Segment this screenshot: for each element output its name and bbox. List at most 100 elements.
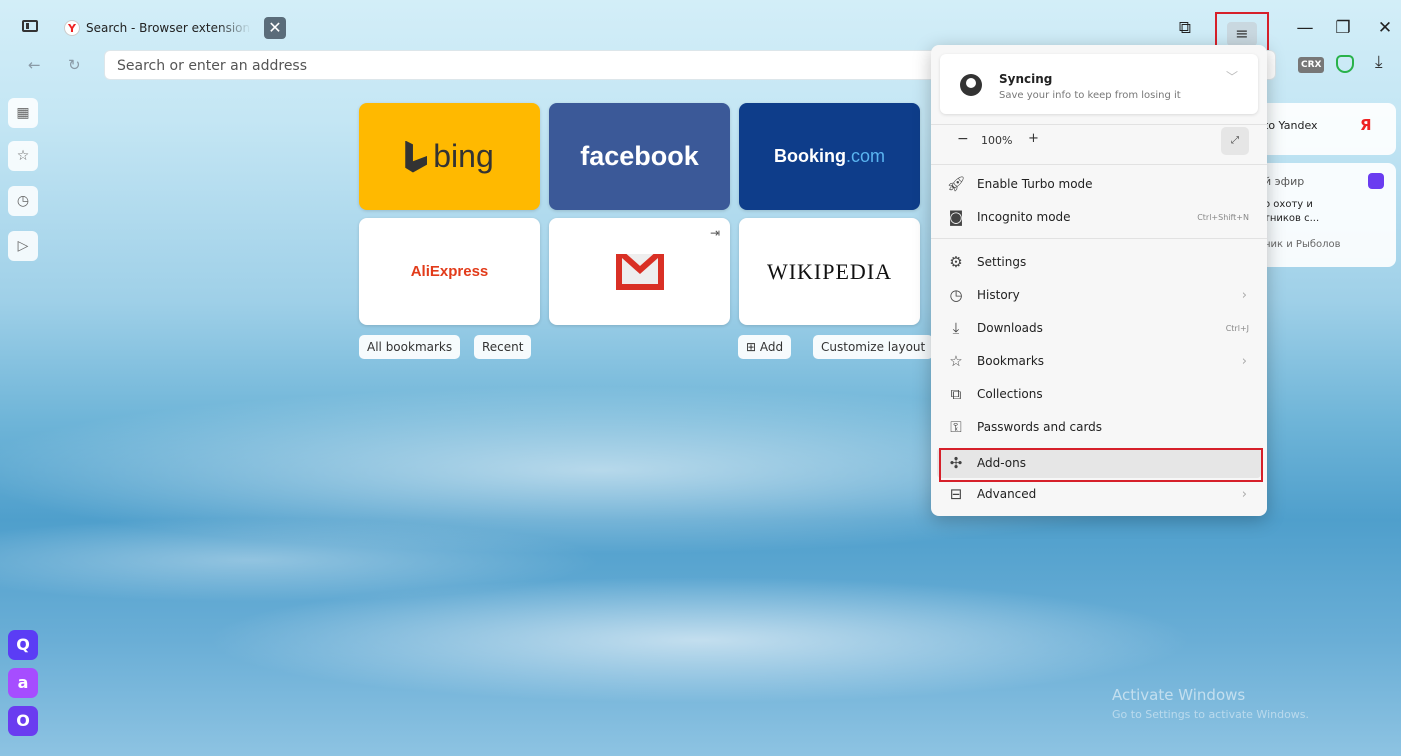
tab-title: Search - Browser extensions (86, 21, 251, 35)
menu-item-label: Advanced (977, 487, 1037, 501)
widget-text: ник и Рыболов (1264, 239, 1341, 250)
sync-card[interactable]: Syncing Save your info to keep from losi… (940, 54, 1258, 114)
tile-gmail[interactable]: ⇥ (549, 218, 730, 325)
yandex-logo-icon: Я (1360, 116, 1372, 134)
menu-item-label: Collections (977, 387, 1043, 401)
activation-watermark: Activate Windows (1112, 686, 1246, 704)
sync-subtitle: Save your info to keep from losing it (999, 90, 1181, 101)
minimize-button[interactable]: — (1292, 16, 1318, 40)
incognito-icon: ◙ (948, 208, 964, 226)
gear-icon: ⚙ (949, 253, 963, 271)
menu-item-incognito[interactable]: ◙ Incognito mode Ctrl+Shift+N (937, 202, 1261, 232)
reload-icon[interactable]: ↻ (68, 56, 81, 74)
addons-highlight (939, 448, 1263, 482)
downloads-icon[interactable]: ⤓ (1375, 52, 1383, 72)
tile-booking[interactable]: Booking.com (739, 103, 920, 210)
yandex-favicon-icon: Y (64, 20, 80, 36)
star-icon[interactable]: ☆ (8, 141, 38, 171)
menu-item-label: Passwords and cards (977, 420, 1103, 434)
tab-active[interactable]: Y Search - Browser extensions (60, 14, 260, 42)
profile-avatar-icon (960, 74, 982, 96)
tile-label: Booking.com (773, 146, 885, 166)
chevron-right-icon: › (1241, 486, 1247, 502)
widget-text: to Yandex (1264, 119, 1318, 132)
menu-item-turbo[interactable]: 🚀︎ Enable Turbo mode (937, 169, 1261, 199)
tile-label: AliExpress (410, 263, 489, 280)
sync-title: Syncing (999, 72, 1053, 86)
chevron-right-icon: › (1241, 287, 1247, 303)
grid-icon[interactable]: ▦ (8, 98, 38, 128)
sign-in-icon[interactable]: ⇥ (710, 226, 720, 240)
fullscreen-icon[interactable]: ⤢ (1221, 127, 1249, 155)
menu-item-label: Bookmarks (977, 354, 1045, 368)
menu-item-label: Settings (977, 255, 1027, 269)
tile-wikipedia[interactable]: WIKIPEDIA (739, 218, 920, 325)
widget-text: й эфир (1264, 175, 1305, 188)
protect-shield-icon[interactable] (1336, 55, 1354, 73)
menu-item-history[interactable]: ◷ History › (937, 280, 1261, 310)
market-app-icon[interactable]: a (8, 668, 38, 698)
main-menu-dropdown: Syncing Save your info to keep from losi… (931, 45, 1267, 516)
key-card-icon: ⚿ (950, 418, 962, 436)
menu-item-label: Downloads (977, 321, 1043, 335)
all-bookmarks-button[interactable]: All bookmarks (359, 335, 461, 359)
tile-label: bing (433, 138, 494, 174)
zoom-out-button[interactable]: − (957, 131, 969, 147)
crx-extension-button[interactable]: CRX (1298, 57, 1325, 73)
sidebar-toggle-icon[interactable] (22, 20, 38, 32)
menu-item-advanced[interactable]: ⊟ Advanced › (937, 479, 1261, 509)
collections-icon: ⧉ (950, 385, 962, 403)
chevron-right-icon: › (1241, 353, 1247, 369)
zoom-level: 100% (981, 134, 1013, 147)
close-window-button[interactable]: ✕ (1372, 16, 1398, 40)
tile-label: WIKIPEDIA (766, 258, 893, 284)
add-tile-button[interactable]: ⊞ Add (738, 335, 792, 359)
menu-item-shortcut: Ctrl+Shift+N (1197, 212, 1249, 222)
tile-label: facebook (580, 141, 699, 171)
hamburger-menu-button[interactable]: ≡ (1227, 22, 1257, 46)
clock-icon[interactable]: ◷ (8, 186, 38, 216)
restore-button[interactable]: ❐ (1330, 16, 1356, 40)
widget-text: о охоту и (1264, 199, 1313, 210)
menu-item-settings[interactable]: ⚙ Settings (937, 247, 1261, 277)
customize-layout-button[interactable]: Customize layout (813, 335, 934, 359)
menu-item-label: Enable Turbo mode (977, 177, 1093, 191)
back-arrow-icon[interactable]: ← (28, 56, 41, 74)
star-icon: ☆ (949, 352, 963, 370)
alice-app-icon[interactable]: Q (8, 630, 38, 660)
address-placeholder: Search or enter an address (117, 58, 308, 74)
divider (931, 238, 1267, 239)
clock-icon: ◷ (949, 286, 963, 304)
divider (931, 164, 1267, 165)
bing-wordmark: bing (405, 138, 494, 175)
tab-close-button[interactable]: ✕ (264, 17, 286, 39)
menu-item-shortcut: Ctrl+J (1225, 323, 1249, 333)
menu-item-label: Incognito mode (977, 210, 1071, 224)
gmail-logo-icon (615, 253, 664, 290)
activation-watermark-sub: Go to Settings to activate Windows. (1112, 708, 1310, 721)
messenger-app-icon[interactable]: O (8, 706, 38, 736)
plus-box-icon: ⊞ (746, 340, 760, 354)
tile-bing[interactable]: bing (359, 103, 540, 210)
play-icon[interactable]: ▷ (8, 231, 38, 261)
tile-facebook[interactable]: facebook (549, 103, 730, 210)
zoom-in-button[interactable]: + (1028, 131, 1039, 146)
add-label: Add (759, 340, 784, 354)
tile-aliexpress[interactable]: AliExpress (359, 218, 540, 325)
menu-item-label: History (977, 288, 1020, 302)
bing-logo-icon (405, 140, 428, 173)
menu-item-collections[interactable]: ⧉ Collections (937, 379, 1261, 409)
rocket-icon: 🚀︎ (946, 175, 966, 193)
zoom-row: − 100% + ⤢ (931, 125, 1267, 159)
menu-item-bookmarks[interactable]: ☆ Bookmarks › (937, 346, 1261, 376)
chevron-down-icon: ﹀ (1225, 70, 1238, 84)
widget-text: тников с... (1264, 213, 1320, 224)
tab-bar: Y Search - Browser extensions ✕ ⧉ ≡ — ❐ … (0, 0, 1401, 57)
collections-icon[interactable]: ⧉ (1172, 16, 1198, 40)
menu-item-downloads[interactable]: ⤓ Downloads Ctrl+J (937, 313, 1261, 343)
recent-button[interactable]: Recent (474, 335, 532, 359)
widget-app-icon (1368, 173, 1384, 189)
download-icon: ⤓ (952, 319, 960, 337)
more-icon: ⊟ (949, 485, 963, 503)
menu-item-passwords[interactable]: ⚿ Passwords and cards (937, 412, 1261, 442)
